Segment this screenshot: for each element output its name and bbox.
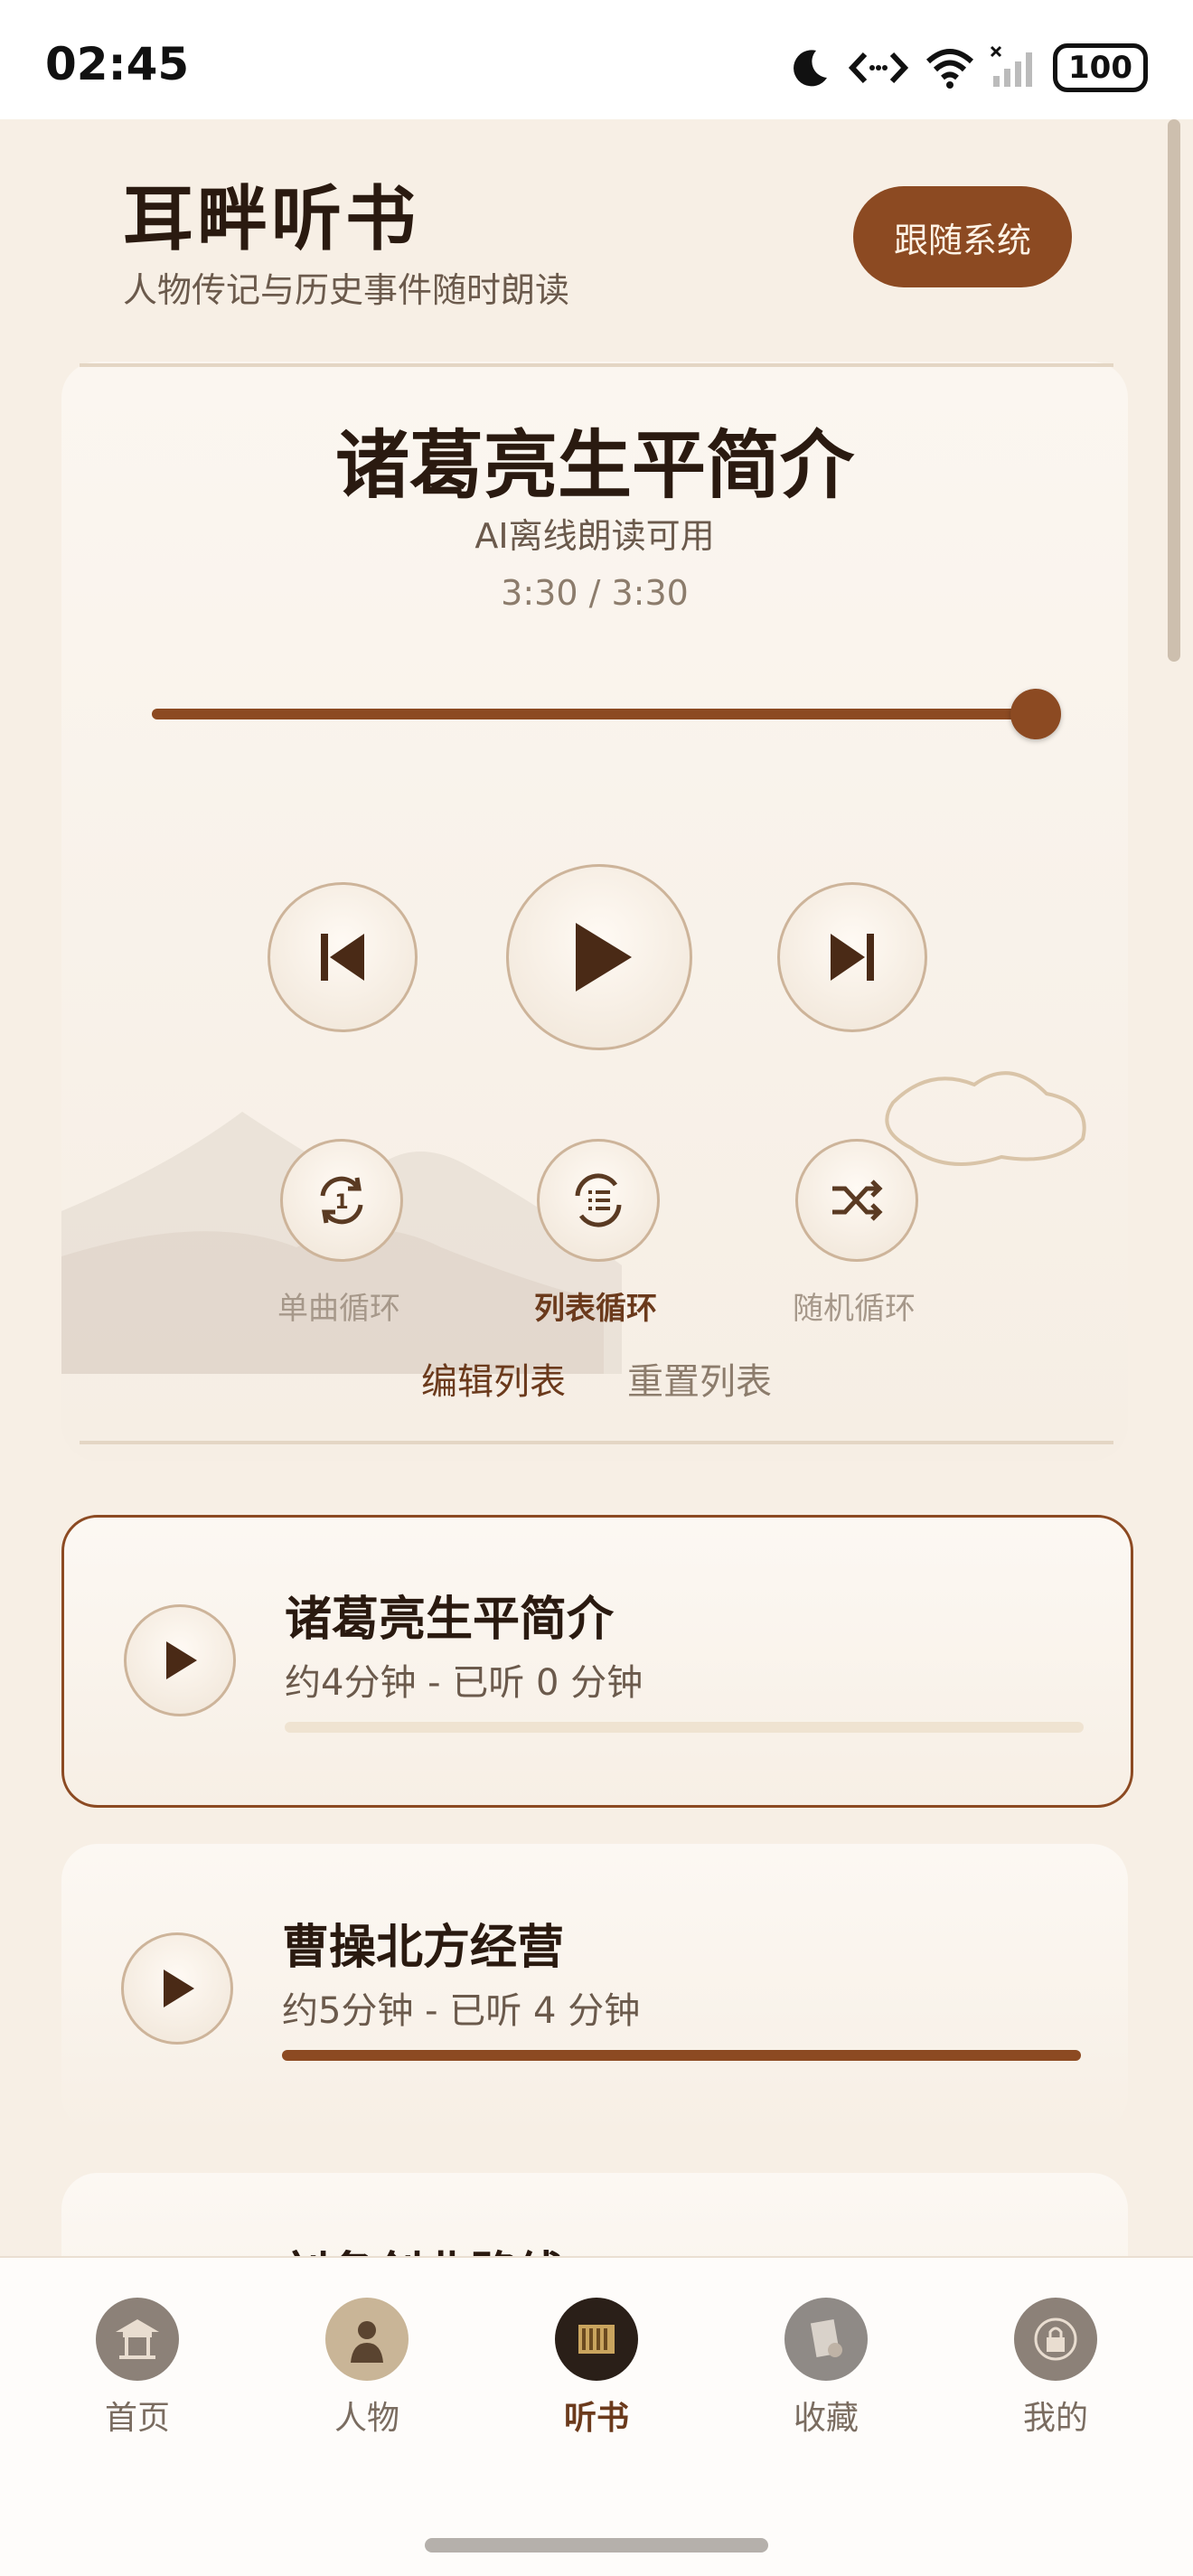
edit-list-button[interactable]: 编辑列表 [421, 1352, 566, 1405]
repeat-one-button[interactable]: 1 [280, 1139, 403, 1262]
figure-icon [325, 2298, 409, 2381]
nav-item-home[interactable]: 首页 [47, 2298, 228, 2439]
skip-next-icon [831, 934, 874, 981]
repeat-one-icon: 1 [320, 1176, 363, 1225]
now-playing-title: 诸葛亮生平简介 [334, 423, 854, 509]
mode-label-shuffle: 随机循环 [793, 1291, 916, 1327]
track-progress-bar [285, 1722, 1084, 1733]
theme-follow-system-button[interactable]: 跟随系统 [853, 186, 1072, 287]
home-indicator[interactable] [425, 2538, 768, 2552]
track-progress-bar [282, 2050, 1081, 2061]
playback-progress-fill [152, 709, 1036, 719]
track-item[interactable]: 曹操北方经营 约5分钟 - 已听 4 分钟 [61, 1844, 1128, 2131]
track-meta: 约5分钟 - 已听 4 分钟 [282, 1990, 641, 2032]
track-play-button[interactable] [121, 1932, 233, 2045]
card-top-divider [80, 363, 1113, 367]
nav-label-collection: 收藏 [793, 2400, 859, 2437]
play-button[interactable] [506, 864, 692, 1050]
moon-icon [794, 50, 828, 87]
reset-list-button[interactable]: 重置列表 [627, 1352, 772, 1405]
collection-icon [784, 2298, 868, 2381]
nav-item-audiobook[interactable]: 听书 [506, 2298, 687, 2439]
svg-text:1: 1 [334, 1191, 348, 1214]
track-title: 曹操北方经营 [282, 1921, 565, 1975]
card-bottom-divider [80, 1441, 1113, 1444]
nav-item-collection[interactable]: 收藏 [736, 2298, 916, 2439]
nav-item-figures[interactable]: 人物 [277, 2298, 457, 2439]
playback-progress-slider[interactable] [152, 689, 1061, 739]
profile-icon [1014, 2298, 1097, 2381]
skip-previous-icon [321, 934, 364, 981]
next-button[interactable] [777, 882, 927, 1032]
shuffle-icon [832, 1180, 883, 1221]
app-subtitle: 人物传记与历史事件随时朗读 [123, 270, 570, 310]
playback-progress-knob[interactable] [1010, 689, 1061, 739]
now-playing-subtitle: AI离线朗读可用 [474, 516, 715, 556]
app-title: 耳畔听书 [123, 179, 420, 260]
repeat-list-button[interactable] [537, 1139, 660, 1262]
now-playing-time: 3:30 / 3:30 [501, 573, 689, 613]
track-progress-fill [282, 2050, 1081, 2061]
nav-label-audiobook: 听书 [563, 2400, 629, 2437]
nav-label-figures: 人物 [333, 2400, 399, 2437]
nav-label-profile: 我的 [1022, 2400, 1088, 2437]
track-title: 诸葛亮生平简介 [285, 1593, 615, 1647]
battery-indicator: 100 [1053, 43, 1148, 92]
repeat-list-icon [575, 1173, 622, 1227]
play-icon [164, 1970, 194, 2007]
status-time: 02:45 [45, 38, 190, 90]
mode-label-repeat-one: 单曲循环 [277, 1291, 400, 1327]
pavilion-icon [96, 2298, 179, 2381]
nav-label-home: 首页 [104, 2400, 170, 2437]
status-bar: 02:45 100 [0, 0, 1193, 119]
play-icon [166, 1641, 197, 1679]
play-icon [576, 923, 632, 992]
mode-label-repeat-list: 列表循环 [534, 1291, 657, 1327]
scrollbar[interactable] [1168, 119, 1180, 662]
track-item[interactable]: 诸葛亮生平简介 约4分钟 - 已听 0 分钟 [61, 1515, 1133, 1808]
code-icon [848, 52, 909, 84]
signal-icon [990, 45, 1033, 87]
nav-item-profile[interactable]: 我的 [965, 2298, 1146, 2439]
wifi-icon [925, 49, 974, 89]
track-play-button[interactable] [124, 1604, 236, 1716]
audio-book-icon [555, 2298, 638, 2381]
status-icons: 100 [787, 43, 1148, 92]
track-meta: 约4分钟 - 已听 0 分钟 [285, 1662, 643, 1704]
bottom-navigation: 首页 人物 听书 收藏 我的 [0, 2256, 1193, 2576]
previous-button[interactable] [268, 882, 418, 1032]
shuffle-button[interactable] [795, 1139, 918, 1262]
